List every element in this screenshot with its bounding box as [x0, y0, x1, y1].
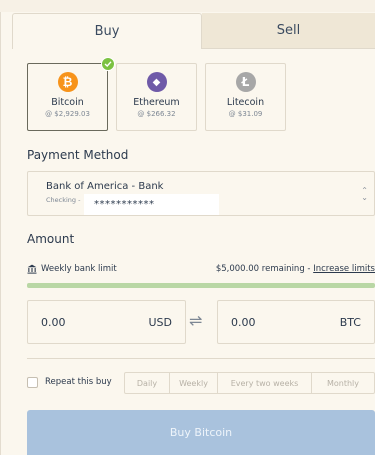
limit-remaining: $5,000.00 remaining - [215, 264, 314, 274]
weekly-limit-row: Weekly bank limit $5,000.00 remaining - … [27, 264, 375, 278]
swap-arrows-icon[interactable]: ⇌ [189, 311, 202, 330]
currency-card-bitcoin[interactable]: ₿ Bitcoin @ $2,929.03 [27, 63, 108, 131]
tab-sell[interactable]: Sell [202, 13, 375, 49]
bank-name: Bank of America - Bank [46, 181, 164, 192]
frequency-option-daily[interactable]: Daily [125, 373, 170, 393]
currency-price: @ $2,929.03 [45, 110, 90, 118]
frequency-option-every-two-weeks[interactable]: Every two weeks [218, 373, 312, 393]
bitcoin-icon: ₿ [57, 72, 78, 92]
btc-amount-input[interactable]: 0.00 BTC [217, 300, 375, 344]
repeat-checkbox[interactable] [27, 377, 38, 388]
usd-amount-input[interactable]: 0.00 USD [27, 300, 186, 344]
account-type: Checking - [46, 196, 81, 204]
limit-progress-bar [27, 283, 375, 288]
currency-price: @ $266.32 [137, 110, 176, 118]
tab-sell-label: Sell [276, 23, 301, 38]
divider [27, 358, 375, 359]
selected-check-icon [101, 57, 115, 71]
repeat-frequency-group: Daily Weekly Every two weeks Monthly [124, 372, 375, 394]
litecoin-icon-glyph: Ł [241, 75, 250, 89]
buy-bitcoin-button[interactable]: Buy Bitcoin [27, 410, 375, 455]
tab-buy[interactable]: Buy [12, 13, 202, 49]
buy-button-label: Buy Bitcoin [169, 426, 233, 439]
usd-currency-label: USD [148, 316, 172, 329]
currency-price: @ $31.09 [228, 110, 263, 118]
increase-limits-link[interactable]: Increase limits [313, 264, 375, 274]
select-arrows-icon: ⌃ ⌄ [361, 186, 368, 202]
payment-method-heading: Payment Method [27, 148, 129, 162]
bank-icon [27, 264, 37, 274]
currency-name: Bitcoin [51, 97, 84, 108]
btc-value: 0.00 [231, 316, 256, 329]
masked-account-number: *********** [84, 194, 219, 215]
ethereum-icon: ◆ [146, 72, 167, 92]
currency-card-ethereum[interactable]: ◆ Ethereum @ $266.32 [116, 63, 197, 131]
repeat-label: Repeat this buy [45, 377, 112, 387]
frequency-option-weekly[interactable]: Weekly [170, 373, 218, 393]
usd-value: 0.00 [41, 316, 66, 329]
tab-buy-label: Buy [94, 24, 120, 39]
limit-progress-fill [27, 283, 375, 288]
currency-name: Litecoin [226, 97, 265, 108]
litecoin-icon: Ł [235, 72, 256, 92]
ethereum-icon-glyph: ◆ [152, 76, 161, 88]
currency-card-litecoin[interactable]: Ł Litecoin @ $31.09 [205, 63, 286, 131]
amount-heading: Amount [27, 232, 75, 246]
btc-currency-label: BTC [339, 316, 361, 329]
payment-method-select[interactable]: Bank of America - Bank Checking - ******… [27, 171, 375, 216]
frequency-option-monthly[interactable]: Monthly [312, 373, 374, 393]
currency-name: Ethereum [133, 97, 180, 108]
bitcoin-icon-glyph: ₿ [62, 75, 73, 89]
weekly-limit-label: Weekly bank limit [41, 264, 117, 274]
